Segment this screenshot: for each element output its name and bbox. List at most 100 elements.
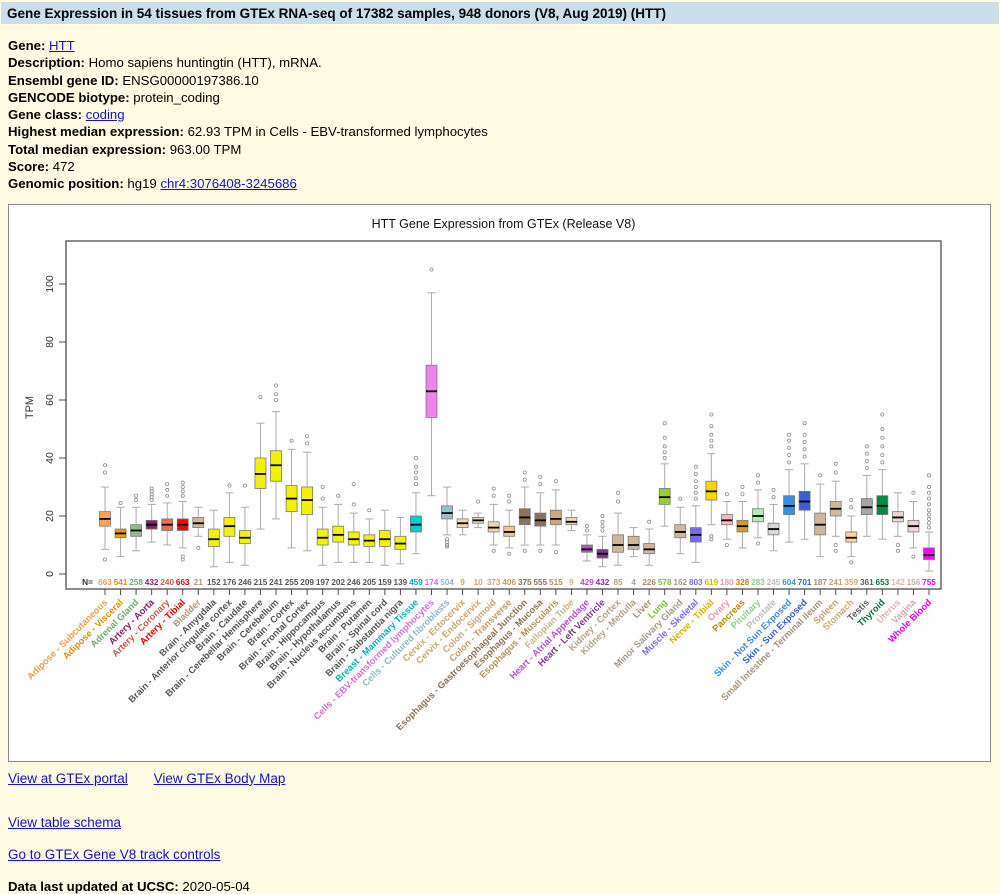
- outlier-point: [864, 444, 869, 449]
- outlier-point: [553, 549, 558, 554]
- outlier-point: [927, 484, 932, 489]
- info-label: Highest median expression:: [8, 124, 184, 140]
- track-controls-link[interactable]: Go to GTEx Gene V8 track controls: [8, 847, 220, 862]
- chart-title: HTT Gene Expression from GTEx (Release V…: [372, 217, 636, 231]
- outlier-point: [895, 548, 900, 553]
- sample-count: 406: [502, 578, 516, 587]
- outlier-point: [864, 465, 869, 470]
- sample-count: 202: [331, 578, 345, 587]
- outlier-point: [165, 481, 170, 486]
- outlier-point: [258, 394, 263, 399]
- table-schema-link[interactable]: View table schema: [8, 815, 121, 830]
- info-row: GENCODE biotype: protein_coding: [8, 89, 992, 106]
- outlier-point: [274, 383, 279, 388]
- outlier-point: [600, 513, 605, 518]
- outlier-point: [802, 446, 807, 451]
- info-value: Homo sapiens huntingtin (HTT), mRNA.: [88, 55, 322, 71]
- sample-count: 701: [798, 578, 812, 587]
- gtex-portal-link[interactable]: View at GTEx portal: [8, 771, 128, 786]
- sample-count: 156: [907, 578, 921, 587]
- outlier-point: [584, 523, 589, 528]
- outlier-point: [849, 560, 854, 565]
- outlier-point: [196, 545, 201, 550]
- outlier-point: [305, 441, 310, 446]
- sample-count: 187: [813, 578, 827, 587]
- outlier-point: [320, 496, 325, 501]
- outlier-point: [538, 481, 543, 486]
- box: [207, 528, 220, 547]
- outlier-point: [413, 455, 418, 460]
- outlier-point: [771, 487, 776, 492]
- outlier-point: [180, 493, 185, 498]
- sample-count: 755: [922, 578, 936, 587]
- sample-count: 373: [487, 578, 501, 587]
- outlier-point: [367, 507, 372, 512]
- outlier-point: [491, 486, 496, 491]
- outlier-point: [165, 493, 170, 498]
- sample-count: 197: [316, 578, 330, 587]
- outlier-point: [864, 451, 869, 456]
- outlier-point: [507, 499, 512, 504]
- outlier-point: [787, 438, 792, 443]
- info-row: Description: Homo sapiens huntingtin (HT…: [8, 54, 992, 71]
- outlier-point: [476, 499, 481, 504]
- sample-count: 215: [254, 578, 268, 587]
- sample-count: 226: [642, 578, 656, 587]
- outlier-point: [787, 432, 792, 437]
- info-label: Gene:: [8, 38, 46, 53]
- outlier-point: [662, 455, 667, 460]
- outlier-point: [849, 497, 854, 502]
- sample-count: 459: [409, 578, 423, 587]
- outlier-point: [833, 548, 838, 553]
- sample-count: 246: [347, 578, 361, 587]
- outlier-point: [709, 423, 714, 428]
- outlier-point: [305, 433, 310, 438]
- y-tick-label: 40: [44, 452, 56, 464]
- sample-count: 604: [782, 578, 796, 587]
- outlier-point: [864, 458, 869, 463]
- gtex-body-map-link[interactable]: View GTEx Body Map: [154, 771, 286, 786]
- info-value-link[interactable]: chr4:3076408-3245686: [160, 176, 296, 191]
- info-value: protein_coding: [133, 89, 220, 105]
- gene-info-block: Gene: HTT Description: Homo sapiens hunti…: [8, 37, 992, 193]
- outlier-point: [227, 483, 232, 488]
- outlier-point: [802, 439, 807, 444]
- sample-count: 619: [705, 578, 719, 587]
- info-row: Score: 472: [8, 158, 992, 175]
- outlier-point: [724, 491, 729, 496]
- outlier-point: [693, 464, 698, 469]
- outlier-point: [662, 420, 667, 425]
- sample-count: 162: [673, 578, 687, 587]
- last-updated-label: Data last updated at UCSC:: [8, 878, 179, 894]
- outlier-point: [616, 499, 621, 504]
- sample-count: 139: [394, 578, 408, 587]
- outlier-point: [413, 470, 418, 475]
- outlier-point: [740, 484, 745, 489]
- y-tick-label: 100: [44, 275, 56, 293]
- outlier-point: [895, 542, 900, 547]
- outlier-point: [600, 523, 605, 528]
- outlier-point: [927, 502, 932, 507]
- sample-count: 241: [829, 578, 843, 587]
- info-value-link[interactable]: coding: [86, 107, 125, 122]
- outlier-point: [880, 452, 885, 457]
- sample-count: 142: [891, 578, 905, 587]
- outlier-point: [662, 444, 667, 449]
- page-title: Gene Expression in 54 tissues from GTEx …: [1, 2, 999, 24]
- outlier-point: [709, 412, 714, 417]
- outlier-point: [507, 551, 512, 556]
- outlier-point: [103, 470, 108, 475]
- sample-count: 803: [689, 578, 703, 587]
- outlier-point: [709, 438, 714, 443]
- outlier-point: [880, 412, 885, 417]
- sample-count: 555: [533, 578, 547, 587]
- sample-count: 174: [425, 578, 439, 587]
- outlier-point: [320, 484, 325, 489]
- sample-count: 21: [194, 578, 204, 587]
- outlier-point: [709, 444, 714, 449]
- outlier-point: [880, 426, 885, 431]
- sample-count: 205: [362, 578, 376, 587]
- info-label: Description:: [8, 55, 85, 71]
- info-value-link[interactable]: HTT: [49, 38, 75, 53]
- outlier-point: [927, 525, 932, 530]
